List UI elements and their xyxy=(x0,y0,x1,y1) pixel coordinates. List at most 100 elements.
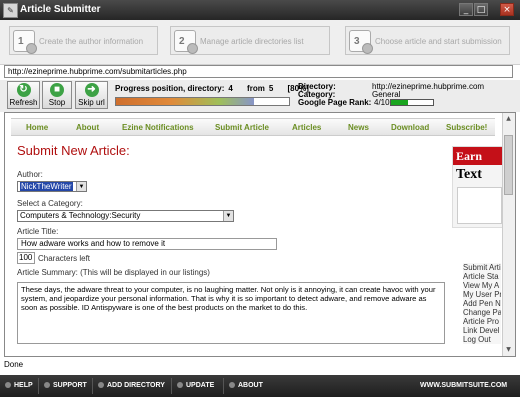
member-link-log-out[interactable]: Log Out xyxy=(463,335,501,344)
ad-subline: Text xyxy=(456,167,482,182)
add-directory-label: ADD DIRECTORY xyxy=(107,382,165,389)
nav-articles[interactable]: Articles xyxy=(292,123,321,132)
chevron-down-icon: ▼ xyxy=(76,182,86,191)
about-label: ABOUT xyxy=(238,382,263,389)
progress-total: 5 xyxy=(268,84,274,93)
member-link-view-articles[interactable]: View My A xyxy=(463,281,501,290)
ad-banner[interactable]: Earn Text xyxy=(452,146,506,228)
step-2-icon: 2 xyxy=(174,30,198,54)
step-manage-directories[interactable]: 2 Manage article directories list xyxy=(170,26,330,55)
nav-news[interactable]: News xyxy=(348,123,369,132)
progress-label: Progress position, directory: xyxy=(115,84,225,93)
app-icon: ✎ xyxy=(3,3,18,18)
scroll-up-icon[interactable]: ▲ xyxy=(504,114,513,124)
footer-bar: HELP SUPPORT ADD DIRECTORY UPDATE ABOUT … xyxy=(0,375,520,397)
step-label: Choose article and start submission xyxy=(375,37,502,46)
page-rank-value: 4/10 xyxy=(374,98,390,107)
page-title: Submit New Article: xyxy=(17,143,130,158)
scroll-down-icon[interactable]: ▼ xyxy=(504,345,513,355)
refresh-button[interactable]: ↻ Refresh xyxy=(7,81,40,109)
chars-left-label: Characters left xyxy=(38,254,91,263)
member-link-article-promo[interactable]: Article Pro xyxy=(463,317,501,326)
scrollbar-thumb[interactable] xyxy=(504,135,513,195)
footer-divider xyxy=(223,378,224,394)
chevron-down-icon: ▼ xyxy=(223,211,233,221)
progress-bar-fill xyxy=(116,98,255,105)
nav-subscribe[interactable]: Subscribe! xyxy=(446,123,487,132)
maximize-button[interactable]: □ xyxy=(474,3,488,16)
ad-headline: Earn xyxy=(453,147,505,165)
nav-download[interactable]: Download xyxy=(391,123,429,132)
skip-url-button[interactable]: ➜ Skip url xyxy=(75,81,108,109)
nav-submit-article[interactable]: Submit Article xyxy=(215,123,269,132)
footer-divider xyxy=(38,378,39,394)
bullet-icon xyxy=(5,382,11,388)
bullet-icon xyxy=(229,382,235,388)
summary-textarea[interactable]: These days, the adware threat to your co… xyxy=(17,282,445,344)
bullet-icon xyxy=(98,382,104,388)
progress-current: 4 xyxy=(228,84,233,93)
step-3-icon: 3 xyxy=(349,30,373,54)
minimize-button[interactable]: _ xyxy=(459,3,473,16)
stop-icon: ■ xyxy=(50,83,64,97)
footer-divider xyxy=(171,378,172,394)
member-link-change-password[interactable]: Change Pa xyxy=(463,308,501,317)
member-link-link-development[interactable]: Link Devel xyxy=(463,326,501,335)
help-button[interactable]: HELP xyxy=(5,382,33,389)
bullet-icon xyxy=(44,382,50,388)
vertical-scrollbar[interactable]: ▲ ▼ xyxy=(502,113,515,356)
page-rank-label: Google Page Rank: xyxy=(298,98,372,107)
member-link-add-pen-name[interactable]: Add Pen N xyxy=(463,299,501,308)
step-1-icon: 1 xyxy=(13,30,37,54)
support-button[interactable]: SUPPORT xyxy=(44,382,87,389)
wizard-steps: 1 Create the author information 2 Manage… xyxy=(0,20,520,65)
refresh-label: Refresh xyxy=(9,98,38,107)
chars-left-counter: 100 xyxy=(17,252,35,264)
author-value: NickTheWriter xyxy=(20,182,73,191)
nav-ezine-notifications[interactable]: Ezine Notifications xyxy=(122,123,194,132)
about-button[interactable]: ABOUT xyxy=(229,382,263,389)
bullet-icon xyxy=(177,382,183,388)
arrow-right-icon: ➜ xyxy=(84,83,99,97)
update-button[interactable]: UPDATE xyxy=(177,382,214,389)
progress-bar xyxy=(115,97,290,106)
article-title-input[interactable]: How adware works and how to remove it xyxy=(17,238,277,250)
help-label: HELP xyxy=(14,382,33,389)
support-label: SUPPORT xyxy=(53,382,87,389)
author-label: Author: xyxy=(17,170,43,179)
page-rank-bar xyxy=(390,99,434,106)
window-title: Article Submitter xyxy=(20,4,101,15)
close-button[interactable]: × xyxy=(500,3,514,16)
page-rank-fill xyxy=(391,100,408,105)
website-link[interactable]: WWW.SUBMITSUITE.COM xyxy=(420,382,507,389)
ad-image xyxy=(457,187,502,224)
skip-url-label: Skip url xyxy=(78,98,105,107)
step-create-author[interactable]: 1 Create the author information xyxy=(9,26,158,55)
category-select-value: Computers & Technology:Security xyxy=(20,211,141,220)
member-link-article-stats[interactable]: Article Sta xyxy=(463,272,501,281)
progress-from-label: from xyxy=(247,84,265,93)
step-start-submission[interactable]: 3 Choose article and start submission xyxy=(345,26,510,55)
summary-label: Article Summary: (This will be displayed… xyxy=(17,268,210,277)
refresh-icon: ↻ xyxy=(16,83,31,97)
url-field[interactable]: http://ezineprime.hubprime.com/submitart… xyxy=(4,65,513,78)
category-select-label: Select a Category: xyxy=(17,199,83,208)
nav-home[interactable]: Home xyxy=(26,123,48,132)
update-label: UPDATE xyxy=(186,382,215,389)
author-select[interactable]: NickTheWriter ▼ xyxy=(17,181,87,192)
status-text: Done xyxy=(4,360,24,369)
stop-label: Stop xyxy=(48,98,66,107)
member-link-submit-article[interactable]: Submit Article xyxy=(463,263,501,272)
member-link-user-profile[interactable]: My User Pr xyxy=(463,290,501,299)
step-label: Manage article directories list xyxy=(200,37,304,46)
web-browser[interactable]: Home About Ezine Notifications Submit Ar… xyxy=(4,112,516,357)
step-label: Create the author information xyxy=(39,37,144,46)
footer-divider xyxy=(92,378,93,394)
category-select[interactable]: Computers & Technology:Security ▼ xyxy=(17,210,234,222)
stop-button[interactable]: ■ Stop xyxy=(42,81,72,109)
add-directory-button[interactable]: ADD DIRECTORY xyxy=(98,382,165,389)
article-title-label: Article Title: xyxy=(17,227,59,236)
member-menu: Submit Article Article Sta View My A My … xyxy=(463,263,501,344)
nav-about[interactable]: About xyxy=(76,123,99,132)
progress-text: Progress position, directory: 4 from 5 [80… xyxy=(115,84,313,93)
